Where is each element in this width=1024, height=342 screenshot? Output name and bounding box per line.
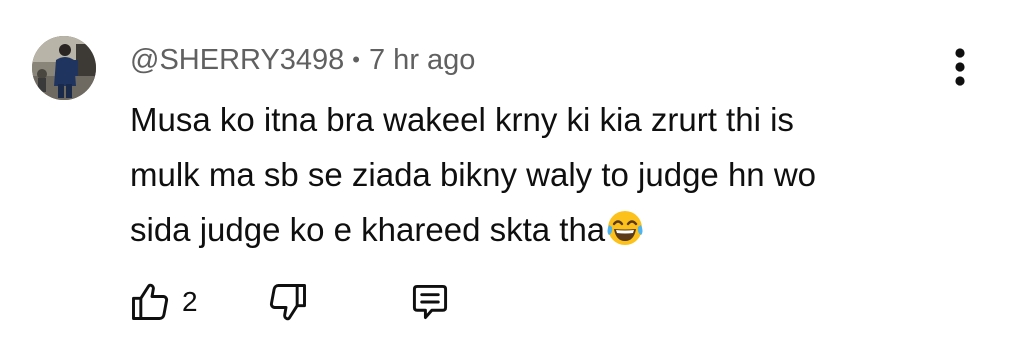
more-vertical-icon — [955, 48, 965, 86]
dislike-button[interactable] — [266, 278, 310, 326]
comment-text-line: mulk ma sb se ziada bikny waly to judge … — [130, 156, 817, 193]
avatar-image — [32, 36, 96, 100]
comment-text-line: Musa ko itna bra wakeel krny ki kia zrur… — [130, 101, 794, 138]
comment-time: 7 hr ago — [369, 43, 476, 76]
comment-actions: 2 — [128, 278, 528, 328]
thumbs-up-icon — [132, 283, 169, 320]
comment-text: Musa ko itna bra wakeel krny ki kia zrur… — [130, 92, 950, 257]
meta-separator: • — [352, 47, 360, 72]
comment-text-line: sida judge ko e khareed skta tha — [130, 202, 950, 257]
thumbs-down-icon — [269, 284, 306, 321]
avatar[interactable] — [32, 36, 96, 100]
comment-text-line-content: sida judge ko e khareed skta tha — [130, 211, 606, 248]
comment: @SHERRY3498 • 7 hr ago Musa ko itna bra … — [0, 0, 1024, 342]
face-with-tears-of-joy-icon — [607, 211, 643, 245]
comment-meta: @SHERRY3498 • 7 hr ago — [130, 40, 475, 80]
author-name[interactable]: @SHERRY3498 — [130, 44, 344, 77]
like-button[interactable]: 2 — [128, 278, 198, 326]
like-count: 2 — [182, 286, 198, 317]
reply-button[interactable] — [408, 278, 452, 326]
more-options-button[interactable] — [944, 44, 976, 90]
reply-comment-icon — [412, 284, 448, 320]
